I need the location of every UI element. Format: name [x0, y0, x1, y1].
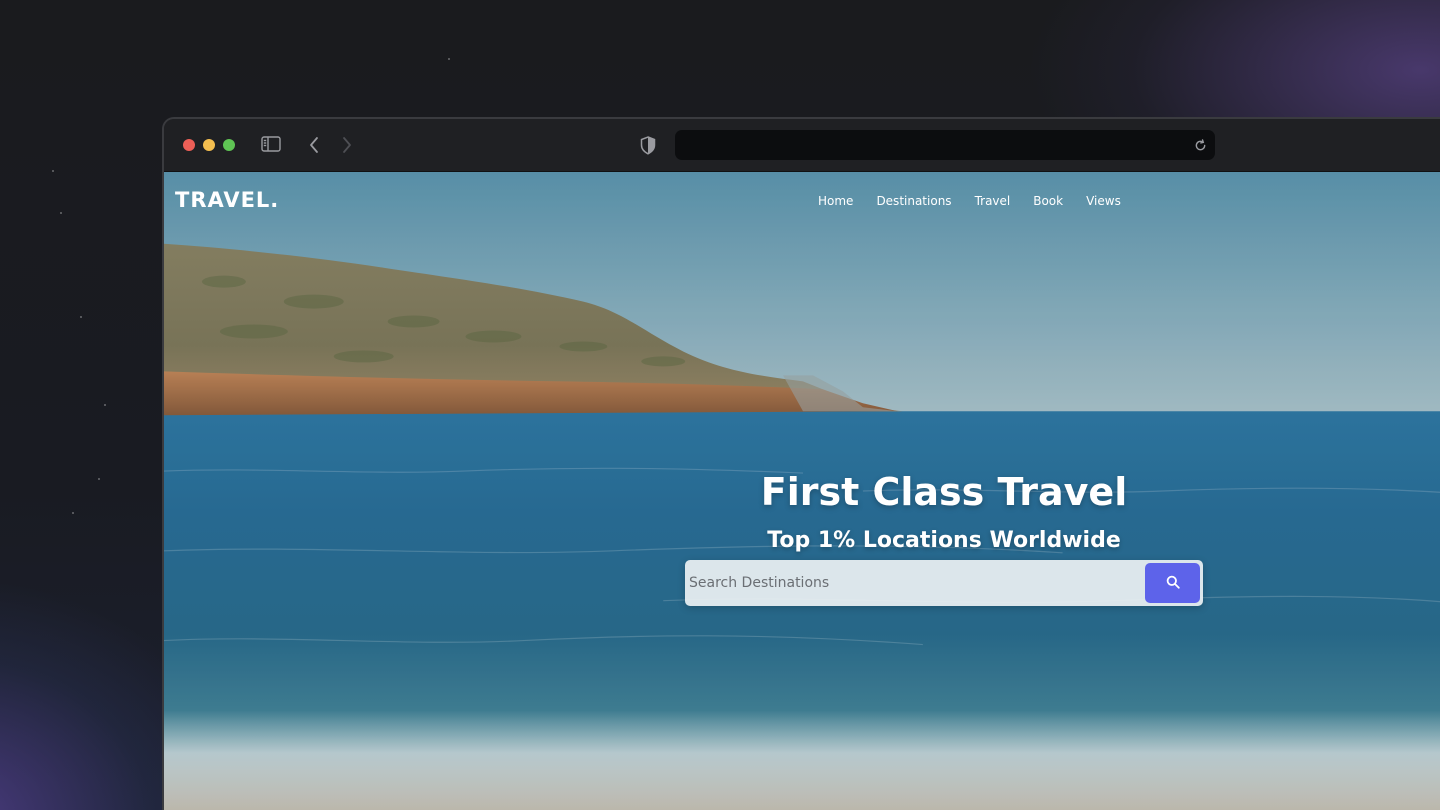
browser-window: TRAVEL. Home Destinations Travel Book Vi… — [162, 117, 1440, 810]
sidebar-icon[interactable] — [260, 135, 282, 153]
maximize-window-button[interactable] — [223, 139, 235, 151]
address-bar[interactable] — [675, 130, 1215, 160]
destination-search — [685, 560, 1203, 606]
nav-book[interactable]: Book — [1033, 194, 1063, 208]
search-icon — [1166, 575, 1180, 592]
shield-icon[interactable] — [638, 134, 658, 156]
chevron-left-icon[interactable] — [304, 134, 324, 156]
star — [98, 478, 100, 480]
star — [60, 212, 62, 214]
star — [448, 58, 450, 60]
address-input[interactable] — [675, 130, 1215, 160]
star — [104, 404, 106, 406]
browser-toolbar — [164, 119, 1440, 172]
close-window-button[interactable] — [183, 139, 195, 151]
search-input[interactable] — [685, 560, 1140, 606]
site-logo[interactable]: TRAVEL. — [175, 188, 279, 212]
main-nav: Home Destinations Travel Book Views — [818, 194, 1144, 208]
star — [80, 316, 82, 318]
minimize-window-button[interactable] — [203, 139, 215, 151]
hero-subtitle: Top 1% Locations Worldwide — [767, 528, 1121, 553]
nav-views[interactable]: Views — [1086, 194, 1121, 208]
chevron-right-icon[interactable] — [337, 134, 357, 156]
star — [72, 512, 74, 514]
nav-home[interactable]: Home — [818, 194, 853, 208]
search-button[interactable] — [1145, 563, 1200, 603]
site-header: TRAVEL. Home Destinations Travel Book Vi… — [164, 172, 1440, 230]
star — [52, 170, 54, 172]
nav-destinations[interactable]: Destinations — [876, 194, 951, 208]
web-page: TRAVEL. Home Destinations Travel Book Vi… — [164, 172, 1440, 810]
nav-travel[interactable]: Travel — [975, 194, 1011, 208]
hero-title: First Class Travel — [760, 470, 1128, 514]
reload-icon[interactable] — [1191, 136, 1209, 154]
